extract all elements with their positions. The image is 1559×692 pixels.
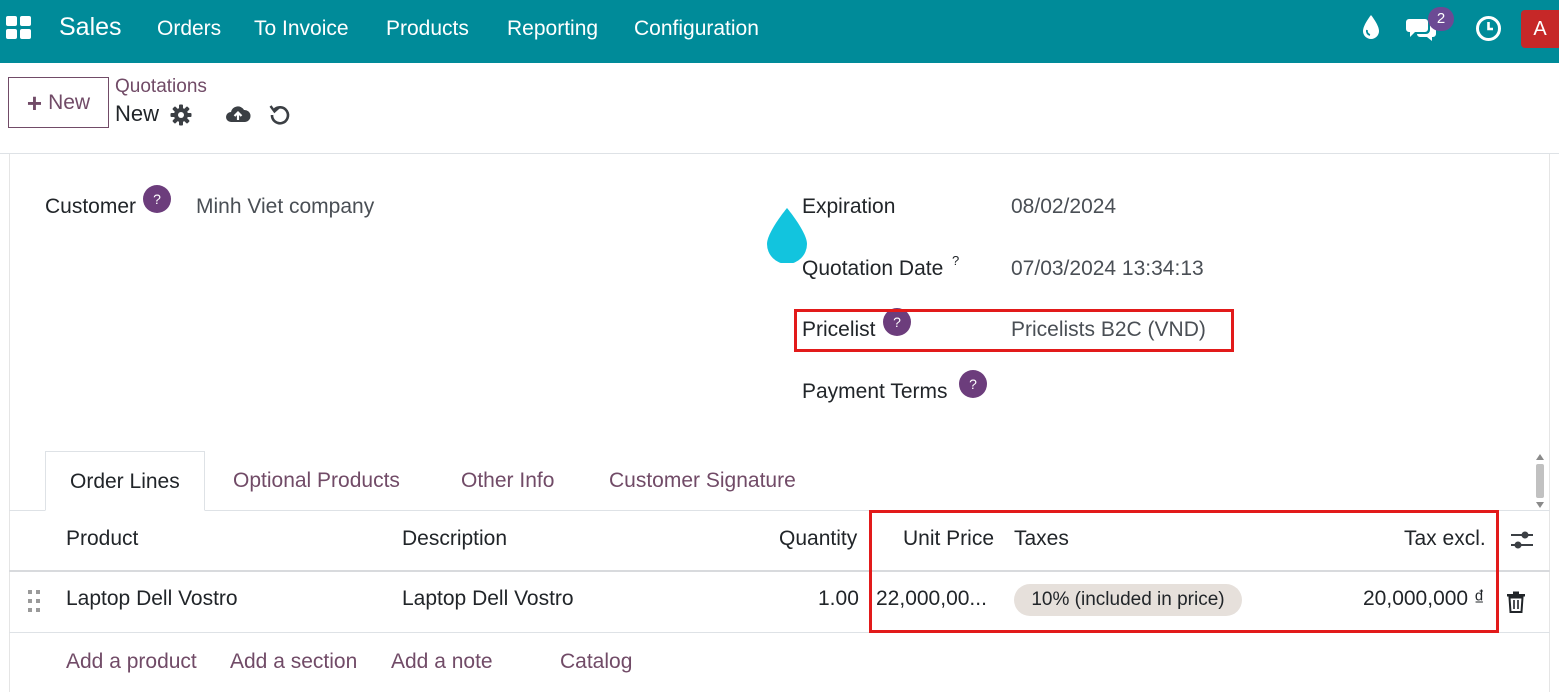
discard-icon[interactable] [269,104,291,131]
customer-label: Customer [45,195,137,218]
add-section-link[interactable]: Add a section [230,650,357,674]
vertical-scrollbar[interactable] [1533,452,1547,512]
customer-field[interactable]: Minh Viet company [196,195,374,219]
clock-icon[interactable] [1475,15,1502,47]
tab-optional-products[interactable]: Optional Products [233,451,400,511]
app-brand-sales[interactable]: Sales [59,13,122,42]
scroll-down-arrow[interactable] [1536,502,1544,508]
tax-badge[interactable]: 10% (included in price) [1014,584,1242,616]
pricelist-field[interactable]: Pricelists B2C (VND) [1011,318,1206,342]
add-note-link[interactable]: Add a note [391,650,493,674]
top-navbar: Sales Orders To Invoice Products Reporti… [0,0,1559,63]
chat-count-badge: 2 [1428,7,1454,31]
expiration-label: Expiration [802,195,896,218]
new-button[interactable]: + New [8,77,109,128]
payment-terms-help-tooltip[interactable]: ? [959,370,987,398]
gear-icon[interactable] [170,104,192,131]
tab-other-info[interactable]: Other Info [461,451,554,511]
new-button-label: New [48,90,91,114]
row-description[interactable]: Laptop Dell Vostro [402,587,574,611]
nav-menu-to-invoice[interactable]: To Invoice [254,17,349,41]
pricelist-help-tooltip[interactable]: ? [883,308,911,336]
control-panel: + New Quotations New [0,63,1559,154]
table-header-divider [9,570,1550,572]
column-header-taxes[interactable]: Taxes [1014,527,1069,551]
nav-menu-reporting[interactable]: Reporting [507,17,598,41]
tab-order-lines[interactable]: Order Lines [45,451,205,511]
tab-customer-signature[interactable]: Customer Signature [609,451,796,511]
column-header-tax-excl[interactable]: Tax excl. [1404,527,1486,551]
column-header-product[interactable]: Product [66,527,138,551]
quotation-date-help-tooltip[interactable]: ? [952,253,959,268]
customer-help-tooltip[interactable]: ? [143,185,171,213]
nav-menu-orders[interactable]: Orders [157,17,221,41]
plus-icon: + [26,87,43,118]
payment-terms-label: Payment Terms [802,380,948,403]
scroll-up-arrow[interactable] [1536,454,1544,460]
user-avatar[interactable]: A [1521,10,1559,48]
row-unit-price[interactable]: 22,000,00... [876,587,987,611]
column-settings-icon[interactable] [1509,529,1535,556]
row-product[interactable]: Laptop Dell Vostro [66,587,238,611]
quotation-date-label: Quotation Date [802,257,944,280]
nav-menu-configuration[interactable]: Configuration [634,17,759,41]
quotation-date-field[interactable]: 07/03/2024 13:34:13 [1011,257,1204,281]
nav-menu-products[interactable]: Products [386,17,469,41]
trash-icon[interactable] [1506,591,1526,618]
scroll-thumb[interactable] [1536,464,1544,498]
add-product-link[interactable]: Add a product [66,650,197,674]
breadcrumb-quotations[interactable]: Quotations [115,76,207,98]
record-name: New [115,101,160,126]
table-row-divider [9,632,1550,633]
column-header-description[interactable]: Description [402,527,507,551]
cloud-upload-icon[interactable] [225,103,251,130]
expiration-field[interactable]: 08/02/2024 [1011,195,1116,219]
column-header-unit-price[interactable]: Unit Price [903,527,994,551]
droplet-icon[interactable] [1361,14,1381,45]
apps-grid-icon[interactable] [6,16,32,39]
row-tax-excl: 20,000,000 ₫ [1363,587,1485,610]
pricelist-label: Pricelist [802,318,876,341]
drag-handle-icon[interactable] [28,590,40,612]
row-quantity[interactable]: 1.00 [818,587,859,611]
catalog-link[interactable]: Catalog [560,650,632,674]
column-header-quantity[interactable]: Quantity [779,527,857,551]
